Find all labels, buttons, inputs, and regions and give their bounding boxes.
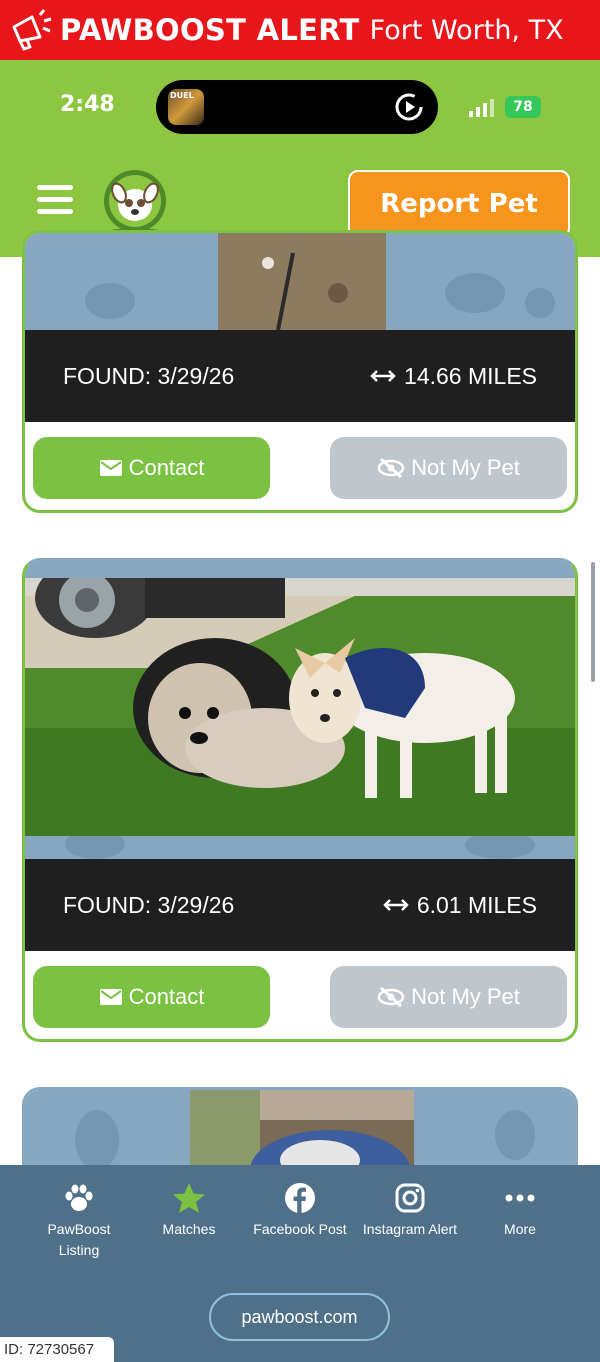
not-my-pet-label: Not My Pet [411,455,520,480]
nav-label: More [504,1221,536,1237]
watermark-id: ID: 72730567 [0,1337,114,1362]
contact-button[interactable]: Contact [33,437,270,499]
facebook-icon [285,1183,315,1213]
replay-icon [395,93,423,121]
nav-label: Facebook Post [253,1221,347,1237]
not-my-pet-button[interactable]: Not My Pet [330,437,567,499]
photo-band [25,233,575,330]
not-my-pet-label: Not My Pet [411,984,520,1009]
nav-label: Matches [162,1221,216,1237]
match-card: FOUND: 3/29/26 14.66 MILES Contact Not M… [22,230,578,513]
more-dots-icon [505,1194,535,1202]
eye-slash-icon [377,986,405,1008]
distance: 14.66 MILES [370,363,537,390]
nav-pawboost-listing[interactable]: PawBoost Listing [24,1181,134,1261]
contact-label: Contact [128,984,205,1009]
photo-band [25,561,575,859]
pet-photo[interactable] [25,578,575,836]
distance-value: 14.66 MILES [404,362,537,389]
paw-icon [65,1184,93,1211]
megaphone-icon [12,9,52,51]
nav-label: PawBoost Listing [47,1221,111,1258]
site-url-pill[interactable]: pawboost.com [209,1293,390,1341]
nav-more[interactable]: More [465,1181,575,1240]
report-pet-button[interactable]: Report Pet [348,170,570,238]
card-actions: Contact Not My Pet [25,966,575,1028]
star-icon [173,1183,205,1213]
found-date: FOUND: 3/29/26 [63,891,235,918]
distance-value: 6.01 MILES [416,891,537,918]
nav-facebook-post[interactable]: Facebook Post [245,1181,355,1240]
now-playing-thumb-text: DUEL [170,91,194,100]
alert-city: Fort Worth, TX [369,14,564,46]
status-time: 2:48 [60,92,115,117]
pawboost-logo[interactable] [103,169,167,239]
match-card: FOUND: 3/29/26 6.01 MILES Contact Not My… [22,558,578,1042]
distance: 6.01 MILES [383,892,537,919]
found-date: FOUND: 3/29/26 [63,362,235,389]
hamburger-menu-icon[interactable] [37,185,73,219]
signal-icon [469,99,494,117]
instagram-icon [395,1183,425,1213]
found-bar: FOUND: 3/29/26 14.66 MILES [25,330,575,422]
card-actions: Contact Not My Pet [25,437,575,499]
envelope-icon [99,460,122,476]
alert-banner: PAWBOOST ALERT Fort Worth, TX [0,0,600,60]
double-arrow-icon [370,370,396,382]
double-arrow-icon [383,899,409,911]
contact-label: Contact [128,455,205,480]
battery-indicator: 78 [505,96,541,118]
dynamic-island[interactable]: DUEL [156,80,438,134]
nav-label: Instagram Alert [362,1221,458,1237]
nav-matches[interactable]: Matches [134,1181,244,1240]
not-my-pet-button[interactable]: Not My Pet [330,966,567,1028]
battery-level: 78 [513,99,533,115]
contact-button[interactable]: Contact [33,966,270,1028]
envelope-icon [99,989,122,1005]
nav-instagram-alert[interactable]: Instagram Alert [355,1181,465,1240]
pet-photo[interactable] [218,233,386,330]
eye-slash-icon [377,457,405,479]
scrollbar[interactable] [591,562,595,682]
found-bar: FOUND: 3/29/26 6.01 MILES [25,859,575,951]
alert-brand: PAWBOOST ALERT [60,13,360,47]
